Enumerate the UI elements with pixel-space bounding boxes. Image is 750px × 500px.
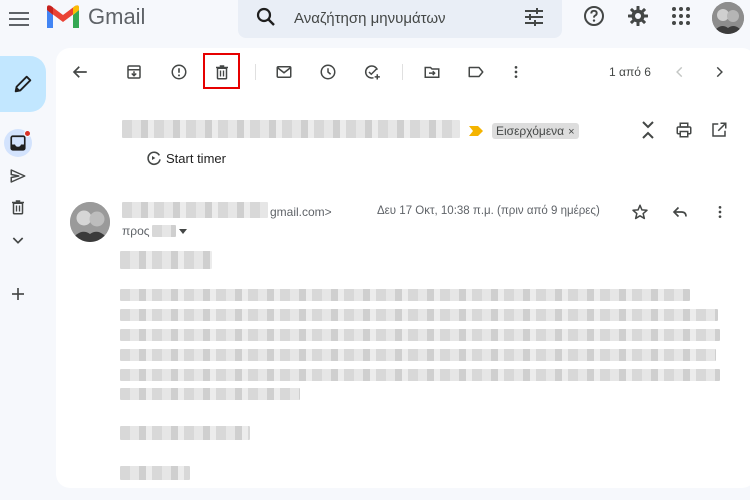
nav-more[interactable]: [4, 226, 32, 254]
clock-icon: [320, 64, 336, 80]
archive-button[interactable]: [122, 60, 146, 84]
compose-button[interactable]: [0, 56, 46, 112]
send-icon: [10, 169, 26, 183]
print-button[interactable]: [672, 118, 696, 142]
label-chip-text: Εισερχόμενα: [496, 124, 565, 138]
caret-down-icon: [178, 229, 187, 234]
star-button[interactable]: [628, 200, 652, 224]
hamburger-icon: [9, 12, 29, 26]
body-line-redacted: [120, 388, 300, 400]
message-view: 1 από 6 Εισερχόμενα × Start timer gmail.…: [56, 48, 750, 488]
inbox-icon: [10, 135, 26, 151]
recipient-prefix: προς: [122, 224, 150, 238]
tune-icon: [525, 8, 543, 26]
toolbar-divider: [402, 64, 403, 80]
star-icon: [632, 204, 648, 220]
body-line-redacted: [120, 349, 716, 361]
settings-button[interactable]: [626, 4, 650, 28]
add-to-tasks-button[interactable]: [360, 60, 384, 84]
pencil-icon: [14, 75, 32, 93]
trash-icon: [12, 200, 24, 215]
arrow-left-icon: [72, 66, 87, 78]
search-options-button[interactable]: [522, 5, 546, 29]
top-bar: Gmail: [0, 0, 750, 40]
body-greeting-redacted: [120, 251, 212, 269]
archive-icon: [127, 65, 141, 79]
chevron-left-icon: [676, 66, 683, 78]
message-more-button[interactable]: [708, 200, 732, 224]
help-icon: [584, 6, 604, 26]
gear-icon: [628, 6, 648, 26]
avatar-photo-icon: [712, 2, 744, 34]
previous-button[interactable]: [668, 60, 692, 84]
body-line-redacted: [120, 329, 720, 341]
nav-inbox[interactable]: [4, 129, 32, 157]
toolbar-divider: [255, 64, 256, 80]
add-task-icon: [364, 65, 380, 80]
label-icon: [468, 66, 484, 78]
add-label-button[interactable]: [4, 280, 32, 308]
chevron-down-icon: [12, 237, 24, 244]
mark-unread-button[interactable]: [272, 60, 296, 84]
recipient-redacted: [151, 225, 176, 237]
brand-name: Gmail: [88, 4, 146, 29]
back-button[interactable]: [68, 60, 92, 84]
message-date: Δευ 17 Οκτ, 10:38 π.μ. (πριν από 9 ημέρε…: [377, 205, 600, 217]
move-to-button[interactable]: [420, 60, 444, 84]
label-chip-inbox[interactable]: Εισερχόμενα ×: [492, 123, 579, 139]
reply-button[interactable]: [668, 200, 692, 224]
sender-name-redacted: [122, 202, 268, 218]
print-icon: [676, 122, 692, 138]
sender-email: gmail.com>: [270, 205, 332, 219]
apps-button[interactable]: [669, 4, 693, 28]
nav-trash[interactable]: [4, 193, 32, 221]
unfold-icon: [642, 121, 654, 139]
body-line-redacted: [120, 289, 690, 301]
important-marker-icon[interactable]: [469, 126, 483, 136]
main-menu-button[interactable]: [6, 6, 32, 32]
help-button[interactable]: [582, 4, 606, 28]
search-button[interactable]: [254, 5, 278, 29]
start-timer-button[interactable]: Start timer: [146, 150, 226, 166]
reply-icon: [672, 206, 687, 218]
body-line-redacted: [120, 309, 718, 321]
body-signature-redacted: [120, 466, 190, 480]
gmail-logo[interactable]: [45, 4, 81, 30]
apps-grid-icon: [672, 7, 690, 25]
unread-badge: [24, 130, 31, 137]
nav-sent[interactable]: [4, 162, 32, 190]
more-actions-button[interactable]: [504, 60, 528, 84]
timer-icon: [147, 151, 161, 166]
mail-icon: [276, 66, 292, 78]
more-vert-icon: [718, 206, 722, 218]
open-in-new-window-button[interactable]: [707, 118, 731, 142]
labels-button[interactable]: [464, 60, 488, 84]
sender-avatar[interactable]: [70, 202, 110, 242]
body-line-redacted: [120, 369, 720, 381]
search-icon: [256, 7, 275, 26]
open-in-new-icon: [712, 122, 727, 137]
report-icon: [171, 64, 187, 80]
next-button[interactable]: [707, 60, 731, 84]
report-spam-button[interactable]: [167, 60, 191, 84]
remove-label-button[interactable]: ×: [568, 126, 574, 138]
expand-all-button[interactable]: [636, 118, 660, 142]
account-avatar[interactable]: [712, 2, 744, 34]
search-input[interactable]: [294, 7, 510, 29]
move-folder-icon: [424, 66, 440, 78]
navigation-rail: [0, 40, 46, 500]
body-signoff-redacted: [120, 426, 250, 440]
snooze-button[interactable]: [316, 60, 340, 84]
search-bar: [238, 0, 562, 38]
pagination-text: 1 από 6: [609, 65, 651, 79]
start-timer-label: Start timer: [166, 150, 226, 166]
delete-button-highlight: [203, 53, 240, 89]
chevron-right-icon: [716, 66, 723, 78]
plus-icon: [12, 288, 24, 300]
more-vert-icon: [514, 66, 518, 78]
subject-redacted: [122, 120, 460, 138]
avatar-photo-icon: [70, 202, 110, 242]
recipient-details[interactable]: προς: [122, 224, 188, 238]
gmail-logo-icon: [47, 5, 79, 28]
